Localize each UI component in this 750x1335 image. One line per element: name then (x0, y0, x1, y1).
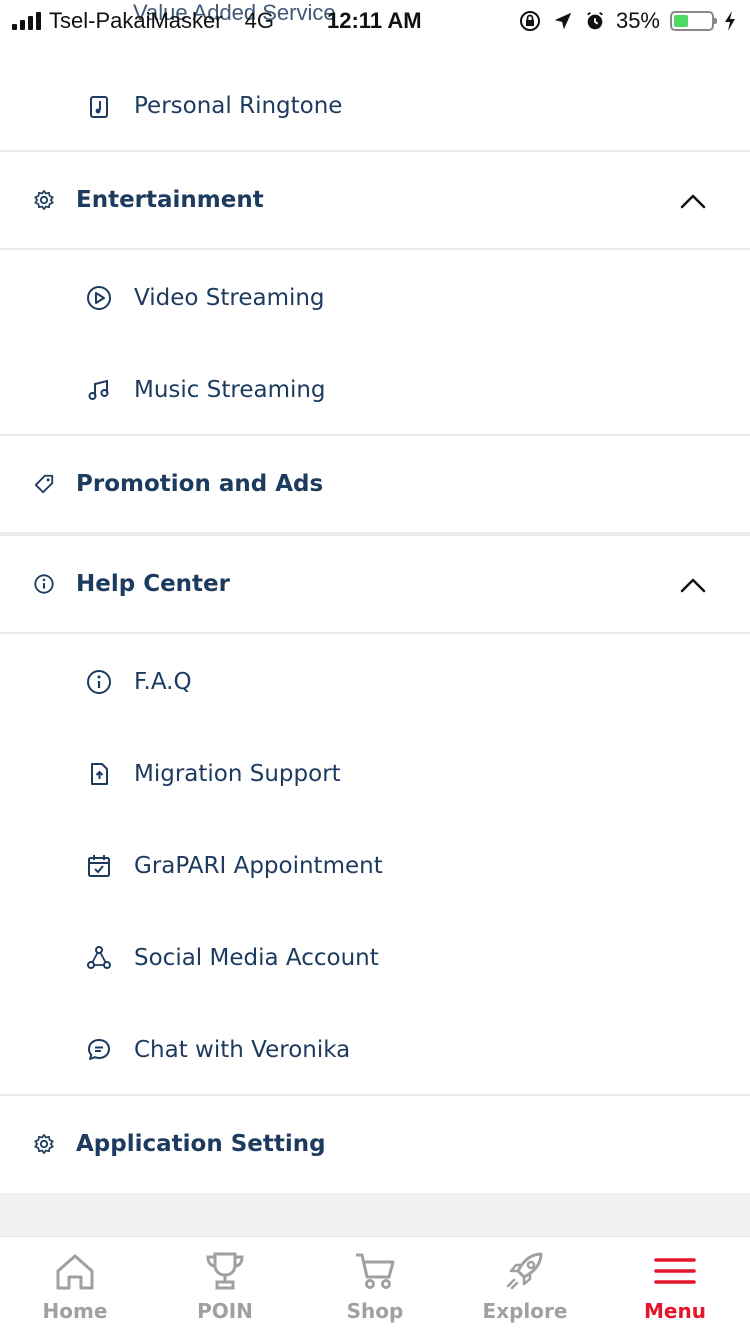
status-bar: Value Added Service Tsel-PakaiMasker 4G … (0, 0, 750, 40)
menu-item-chat-with-veronika[interactable]: Chat with Veronika (0, 1020, 750, 1080)
hamburger-icon (654, 1258, 696, 1284)
menu-item-video-streaming[interactable]: Video Streaming (0, 268, 750, 328)
info-circle-icon (87, 670, 111, 694)
social-network-icon (87, 946, 111, 969)
nav-label: Explore (482, 1299, 568, 1323)
divider (0, 632, 750, 634)
network-type: 4G (244, 8, 274, 33)
nav-poin[interactable]: POIN (150, 1237, 300, 1335)
nav-home[interactable]: Home (0, 1237, 150, 1335)
rocket-icon (506, 1252, 543, 1290)
section-header-application-setting[interactable]: Application Setting (0, 1096, 750, 1192)
divider (0, 248, 750, 250)
menu-item-label: Personal Ringtone (134, 93, 343, 119)
menu-item-label: Social Media Account (134, 945, 379, 971)
location-arrow-icon (554, 12, 572, 30)
nav-menu[interactable]: Menu (600, 1237, 750, 1335)
trophy-icon (206, 1252, 244, 1290)
nav-label: POIN (197, 1299, 253, 1323)
music-notes-icon (88, 379, 109, 400)
section-title: Application Setting (76, 1131, 326, 1157)
play-circle-icon (87, 286, 111, 310)
nav-label: Menu (644, 1299, 706, 1323)
signal-icon (12, 12, 41, 30)
section-header-entertainment[interactable]: Entertainment (0, 152, 750, 248)
bottom-navigation: Home POIN Shop Explore Menu (0, 1236, 750, 1335)
chat-bubble-icon (88, 1039, 110, 1060)
menu-item-label: GraPARI Appointment (134, 853, 383, 879)
menu-item-social-media-account[interactable]: Social Media Account (0, 928, 750, 988)
upload-file-icon (91, 763, 108, 785)
tag-icon (34, 474, 54, 494)
menu-item-faq[interactable]: F.A.Q (0, 652, 750, 712)
battery-icon (670, 11, 717, 31)
nav-explore[interactable]: Explore (450, 1237, 600, 1335)
menu-item-label: Video Streaming (134, 285, 325, 311)
charging-bolt-icon (725, 11, 735, 31)
cart-icon (356, 1253, 395, 1289)
gear-icon (34, 190, 54, 210)
nav-label: Home (42, 1299, 108, 1323)
section-title: Help Center (76, 571, 230, 597)
section-title: Entertainment (76, 187, 264, 213)
menu-footer-spacer (0, 1193, 750, 1236)
menu-item-label: Migration Support (134, 761, 341, 787)
gear-icon (34, 1134, 54, 1154)
nav-shop[interactable]: Shop (300, 1237, 450, 1335)
status-time: 12:11 AM (327, 8, 422, 33)
section-header-help-center[interactable]: Help Center (0, 536, 750, 632)
battery-percent: 35% (615, 8, 660, 33)
info-icon (34, 574, 54, 594)
menu-item-personal-ringtone[interactable]: Personal Ringtone (0, 76, 750, 136)
nav-label: Shop (346, 1299, 404, 1323)
menu-item-music-streaming[interactable]: Music Streaming (0, 360, 750, 420)
section-title: Promotion and Ads (76, 471, 324, 497)
music-note-file-icon (90, 96, 108, 118)
menu-item-label: Music Streaming (134, 377, 326, 403)
chevron-up-icon[interactable] (679, 576, 707, 594)
rotation-lock-icon (519, 11, 540, 31)
section-header-promotion[interactable]: Promotion and Ads (0, 436, 750, 532)
alarm-icon (587, 11, 603, 30)
carrier-name: Tsel-PakaiMasker (49, 8, 223, 33)
menu-item-label: Chat with Veronika (134, 1037, 351, 1063)
menu-item-grapari-appointment[interactable]: GraPARI Appointment (0, 836, 750, 896)
home-icon (56, 1254, 94, 1290)
chevron-up-icon[interactable] (679, 192, 707, 210)
menu-item-migration-support[interactable]: Migration Support (0, 744, 750, 804)
calendar-check-icon (88, 855, 110, 877)
menu-item-label: F.A.Q (134, 669, 192, 695)
